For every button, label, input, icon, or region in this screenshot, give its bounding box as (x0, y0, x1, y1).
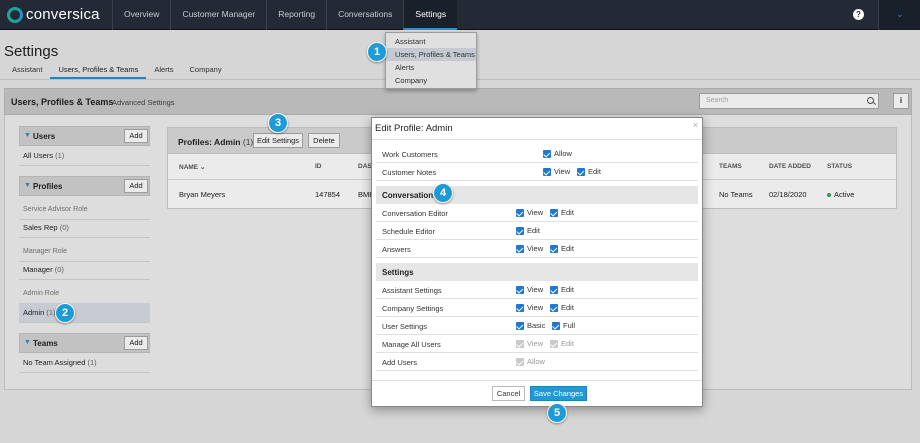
edit-label: Edit (561, 303, 574, 312)
permission-row-add-users: Add Users Allow (376, 353, 698, 371)
group-title: Settings (382, 268, 414, 277)
edit-label: Edit (561, 339, 574, 348)
permission-label: Answers (382, 245, 411, 254)
edit-checkbox[interactable] (550, 304, 558, 312)
modal-header-divider (372, 139, 702, 140)
view-checkbox[interactable] (516, 245, 524, 253)
view-label: View (554, 167, 571, 176)
modal-title: Edit Profile: Admin (375, 123, 453, 134)
permission-label: Schedule Editor (382, 227, 435, 236)
modal-footer-divider (372, 380, 702, 381)
chevron-down-icon: ⌄ (896, 9, 904, 19)
permission-label: Conversation Editor (382, 209, 448, 218)
nav-settings[interactable]: Settings (403, 0, 458, 30)
view-checkbox[interactable] (516, 304, 524, 312)
view-checkbox[interactable] (516, 209, 524, 217)
permission-label: Customer Notes (382, 168, 437, 177)
edit-checkbox-disabled (550, 340, 558, 348)
step-callout-4: 4 (433, 183, 453, 203)
permission-row-schedule-editor: Schedule Editor Edit (376, 222, 698, 240)
view-checkbox-disabled (516, 340, 524, 348)
allow-checkbox[interactable] (543, 150, 551, 158)
edit-label: Edit (561, 208, 574, 217)
conversica-logo[interactable]: conversica (7, 6, 100, 23)
nav-reporting[interactable]: Reporting (266, 0, 326, 30)
permission-label: Manage All Users (382, 340, 441, 349)
edit-checkbox[interactable] (550, 245, 558, 253)
view-checkbox[interactable] (543, 168, 551, 176)
edit-checkbox[interactable] (550, 209, 558, 217)
save-changes-button[interactable]: Save Changes (530, 386, 587, 401)
permission-row-customer-notes: Customer Notes View Edit (376, 163, 698, 181)
user-menu-button[interactable]: ⌄ (878, 0, 920, 30)
permission-label: Company Settings (382, 304, 444, 313)
brand-name: conversica (26, 6, 100, 23)
edit-label: Edit (561, 285, 574, 294)
permission-label: Assistant Settings (382, 286, 442, 295)
step-callout-3: 3 (268, 113, 288, 133)
close-icon[interactable]: × (693, 120, 698, 130)
step-callout-1: 1 (367, 42, 387, 62)
group-header-conversations: Conversations (376, 186, 698, 204)
edit-label: Edit (527, 226, 540, 235)
step-callout-2: 2 (55, 303, 75, 323)
step-callout-5: 5 (547, 403, 567, 423)
view-label: View (527, 303, 544, 312)
permission-label: Add Users (382, 358, 418, 367)
edit-checkbox[interactable] (516, 227, 524, 235)
view-label: View (527, 208, 544, 217)
nav-customer-manager[interactable]: Customer Manager (170, 0, 266, 30)
permission-row-work-customers: Work Customers Allow (376, 145, 698, 163)
allow-checkbox-disabled (516, 358, 524, 366)
edit-checkbox[interactable] (577, 168, 585, 176)
edit-checkbox[interactable] (550, 286, 558, 294)
group-title: Conversations (382, 191, 438, 200)
view-checkbox[interactable] (516, 286, 524, 294)
allow-label: Allow (527, 357, 545, 366)
permission-row-company-settings: Company Settings View Edit (376, 299, 698, 317)
help-icon[interactable]: ? (853, 9, 864, 20)
basic-label: Basic (527, 321, 546, 330)
basic-checkbox[interactable] (516, 322, 524, 330)
top-navbar: conversica Overview Customer Manager Rep… (0, 0, 920, 30)
permission-row-answers: Answers View Edit (376, 240, 698, 258)
permission-row-assistant-settings: Assistant Settings View Edit (376, 281, 698, 299)
permission-label: User Settings (382, 322, 428, 331)
group-header-settings: Settings (376, 263, 698, 281)
view-label: View (527, 285, 544, 294)
logo-icon (7, 6, 23, 23)
nav-conversations[interactable]: Conversations (326, 0, 403, 30)
permission-label: Work Customers (382, 150, 438, 159)
full-label: Full (563, 321, 576, 330)
view-label: View (527, 339, 544, 348)
view-label: View (527, 244, 544, 253)
edit-profile-modal: Edit Profile: Admin × Work Customers All… (371, 117, 703, 407)
edit-label: Edit (588, 167, 601, 176)
allow-label: Allow (554, 149, 572, 158)
cancel-button[interactable]: Cancel (492, 386, 525, 401)
full-checkbox[interactable] (552, 322, 560, 330)
edit-label: Edit (561, 244, 574, 253)
permission-row-conversation-editor: Conversation Editor View Edit (376, 204, 698, 222)
nav-overview[interactable]: Overview (112, 0, 170, 30)
main-nav: Overview Customer Manager Reporting Conv… (112, 0, 458, 30)
permission-row-user-settings: User Settings Basic Full (376, 317, 698, 335)
permission-row-manage-all-users: Manage All Users View Edit (376, 335, 698, 353)
